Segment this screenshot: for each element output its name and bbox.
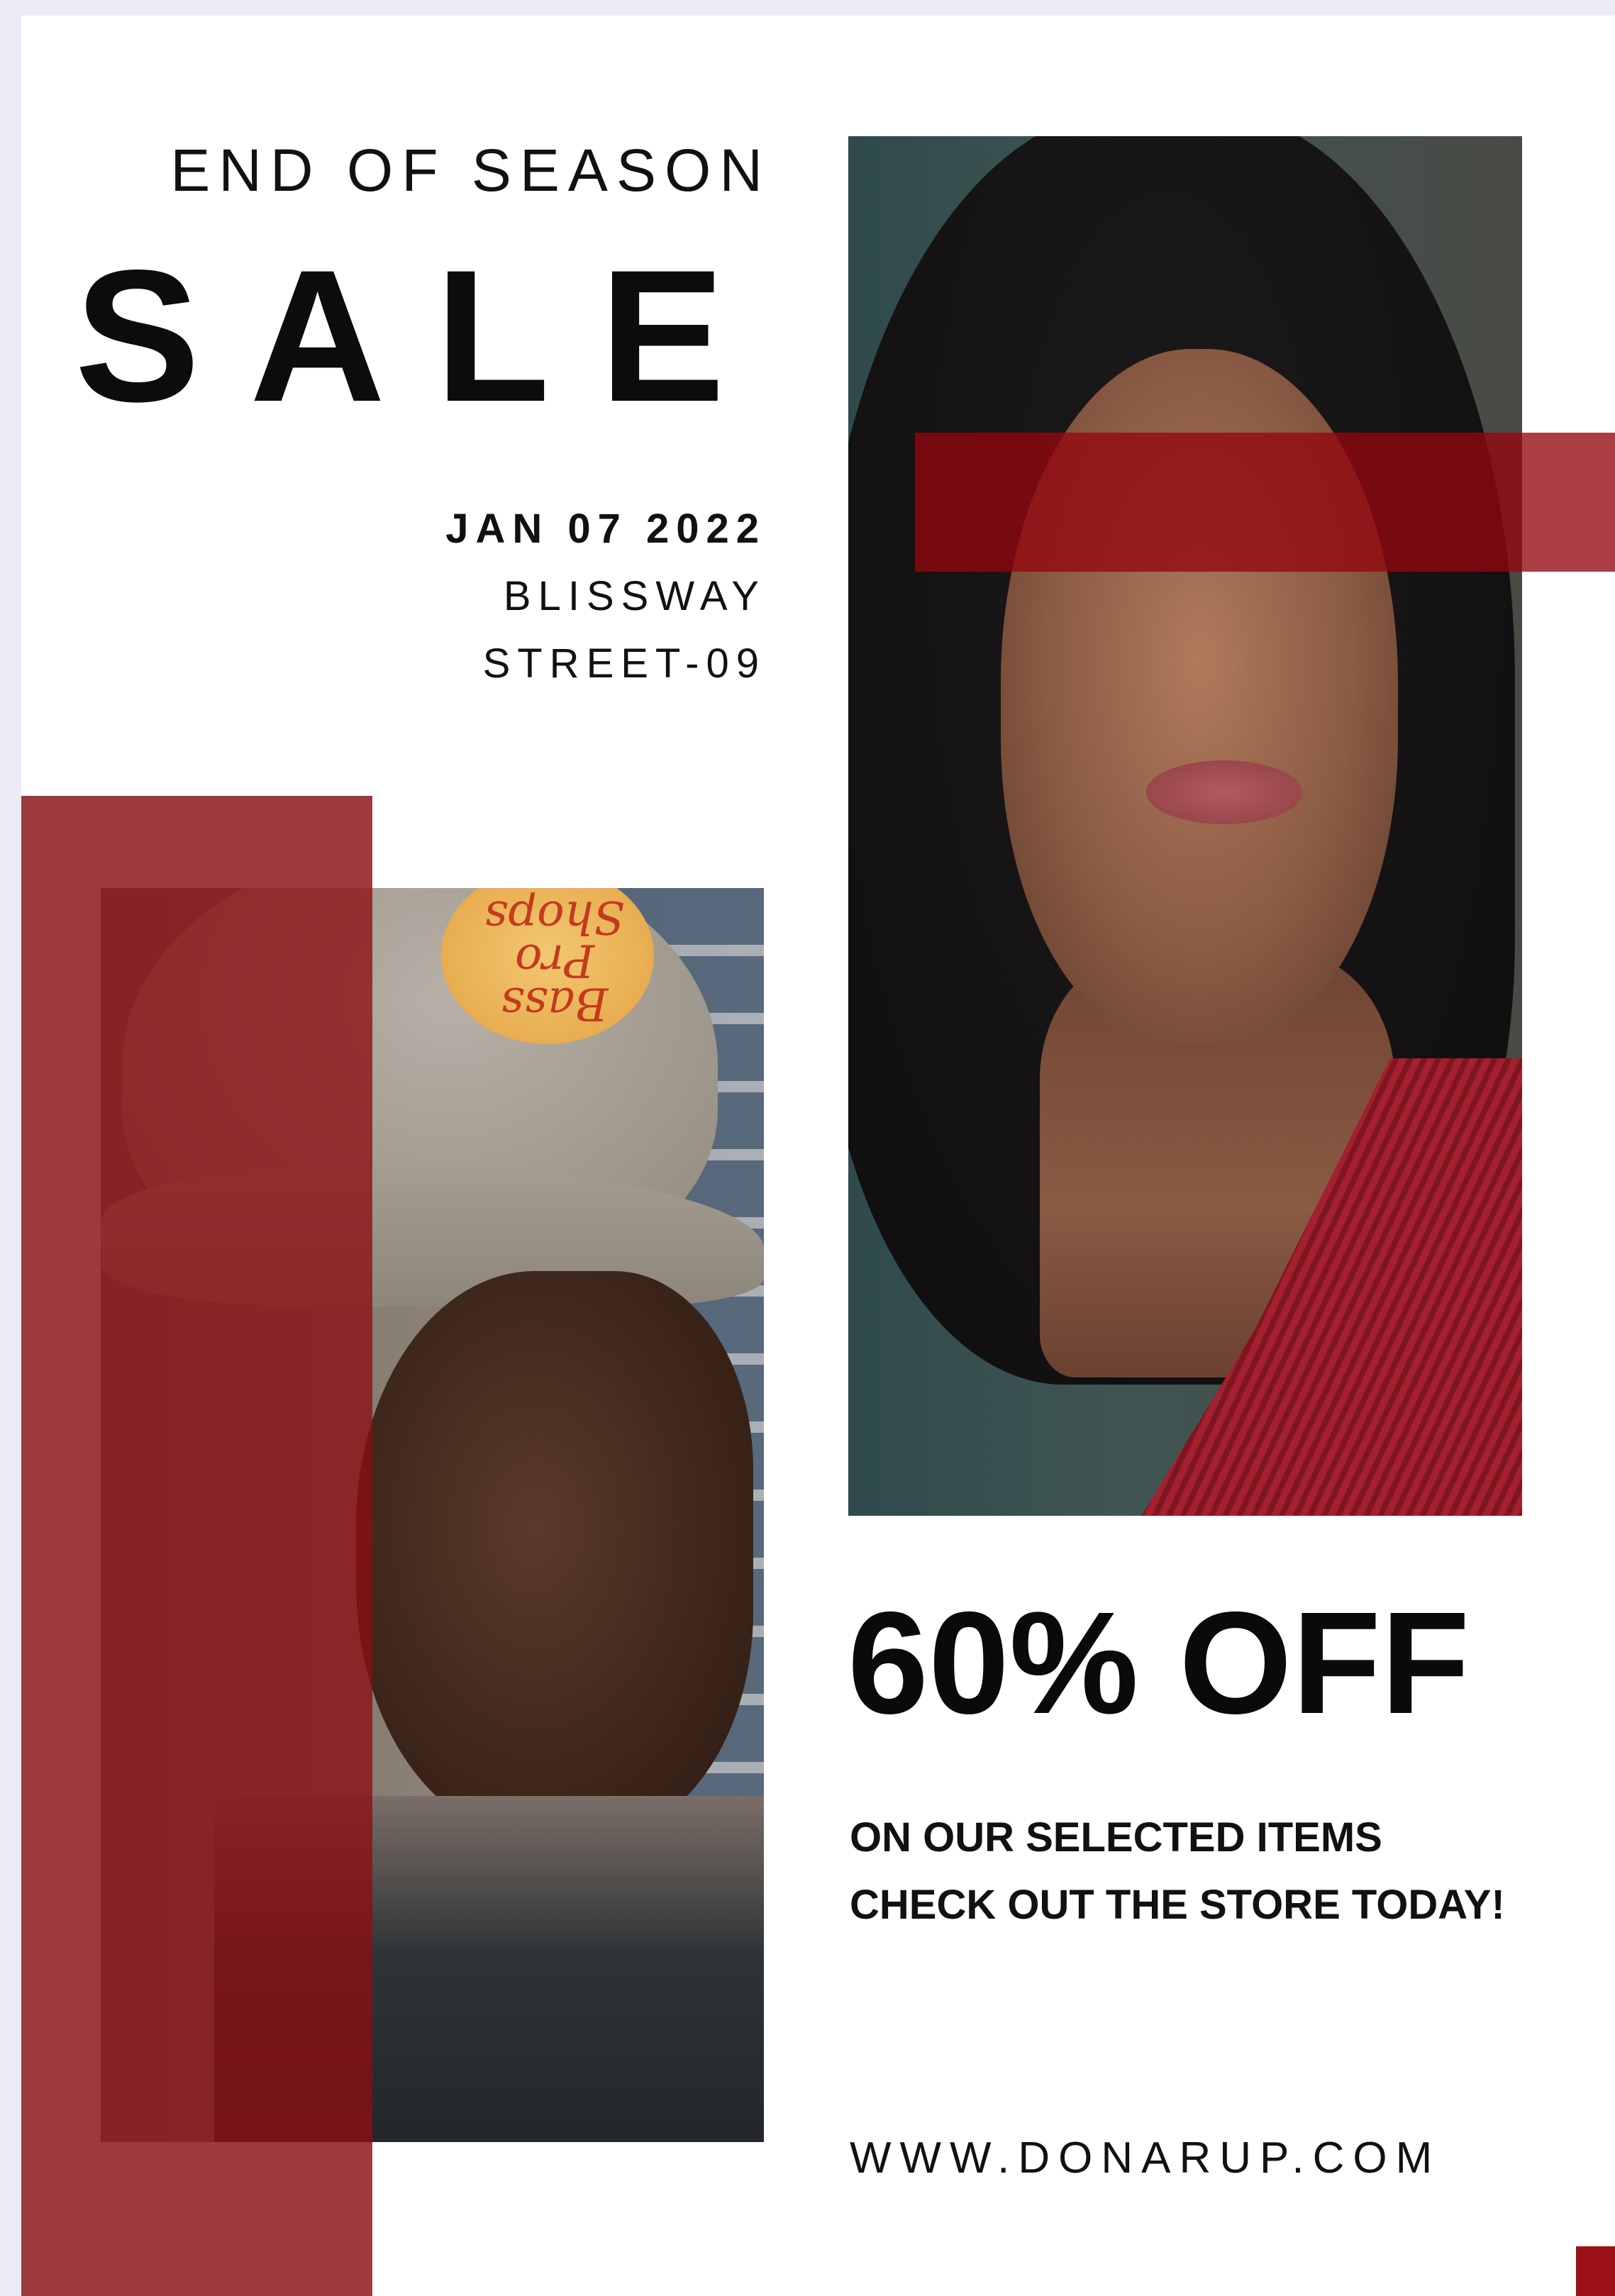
sale-poster: Bass Pro Shops END OF SEASON SALE JAN 07… (21, 16, 1615, 2296)
man-with-cap-photo: Bass Pro Shops (101, 888, 764, 2142)
corner-accent (1576, 2246, 1615, 2296)
subtext-line-1: ON OUR SELECTED ITEMS (850, 1814, 1382, 1860)
woman-portrait-photo (848, 136, 1522, 1516)
headline: SALE (74, 231, 775, 441)
address-line-2: STREET-09 (482, 640, 766, 687)
red-eye-bar (915, 433, 1615, 572)
eyebrow-text: END OF SEASON (170, 137, 771, 204)
woman-lips (1146, 760, 1302, 824)
red-photo-overlay (101, 888, 372, 2142)
cap-patch-text: Bass Pro Shops (484, 890, 625, 1030)
address-line-1: BLISSWAY (503, 573, 766, 619)
website-link[interactable]: WWW.DONARUP.COM (850, 2133, 1441, 2183)
event-date: JAN 07 2022 (445, 506, 766, 552)
subtext-line-2: CHECK OUT THE STORE TODAY! (850, 1882, 1505, 1928)
discount-offer: 60% OFF (848, 1582, 1470, 1744)
man-face (356, 1271, 753, 1839)
